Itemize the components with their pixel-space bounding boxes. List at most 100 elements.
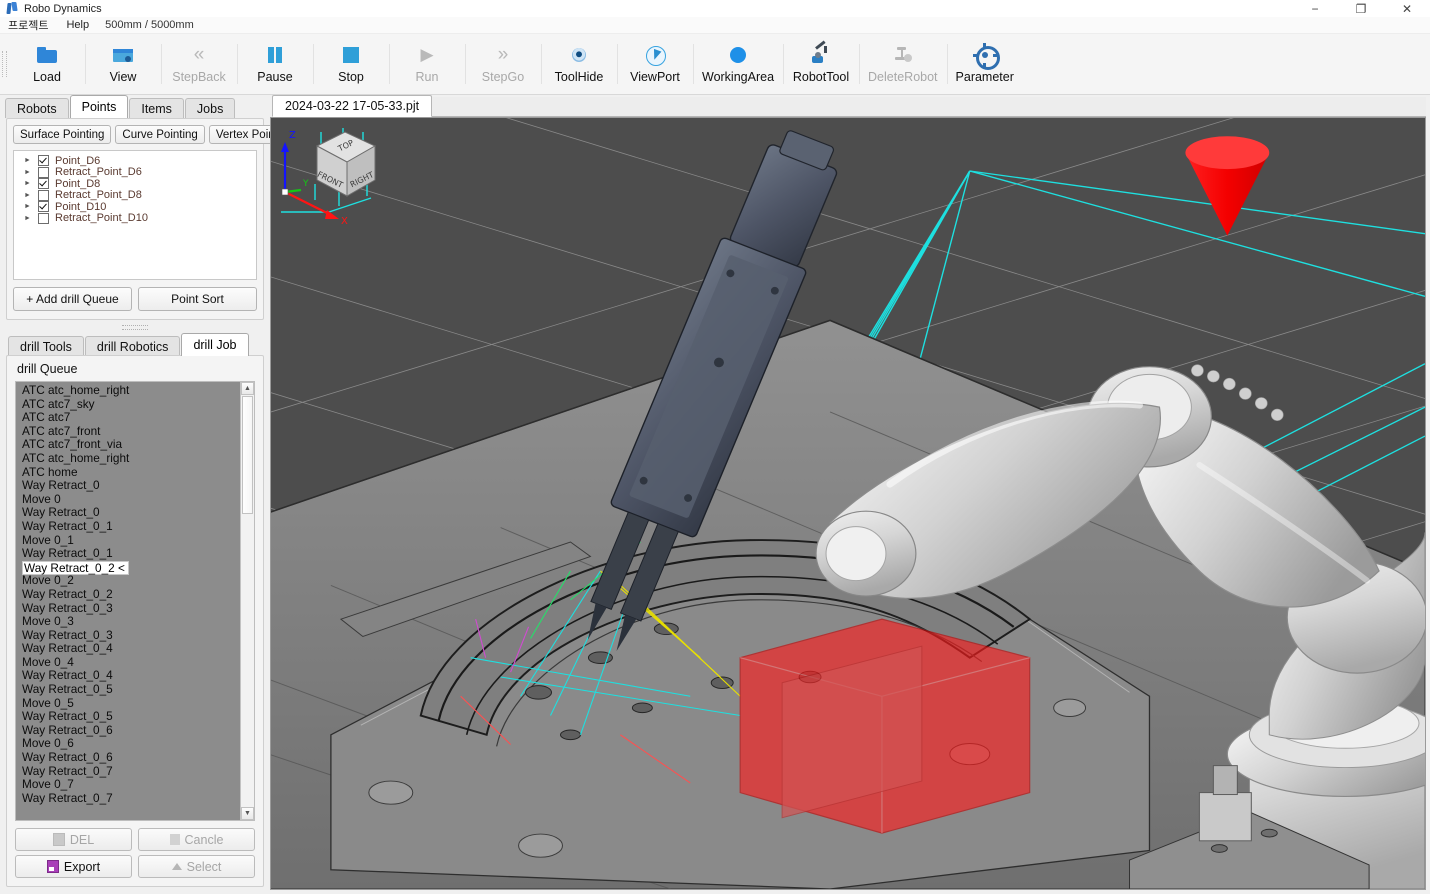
tree-item-checkbox[interactable] [38, 189, 49, 201]
curve-pointing-button[interactable]: Curve Pointing [115, 125, 205, 144]
tab-drill-job[interactable]: drill Job [181, 333, 249, 356]
drill-queue-item[interactable]: Way Retract_0 [16, 479, 240, 493]
point-tree[interactable]: ► Point_D6 ► Retract_Point_D6 ► Point_D8 [13, 150, 257, 280]
tab-jobs[interactable]: Jobs [184, 98, 236, 118]
toolbar-grip[interactable] [0, 34, 9, 94]
cancel-button[interactable]: Cancle [138, 828, 255, 851]
drill-queue-item[interactable]: Way Retract_0_4 [16, 669, 240, 683]
expand-arrow-icon[interactable]: ► [24, 157, 32, 164]
drill-queue-scrollbar[interactable]: ▲ ▼ [240, 382, 254, 820]
toolbar-button-robottool[interactable]: RobotTool [783, 34, 859, 94]
toolbar-button-workingarea[interactable]: WorkingArea [693, 34, 783, 94]
drill-queue-item[interactable]: ATC atc7_front [16, 424, 240, 439]
view-cube-gizmo[interactable]: TOP FRONT RIGHT Z X Y [271, 120, 391, 230]
tree-item[interactable]: ► Point_D10 [16, 201, 254, 213]
tree-item-checkbox[interactable] [38, 155, 49, 167]
menu-project[interactable]: 프로젝트 [6, 17, 50, 33]
drill-queue-row[interactable]: Way Retract_0_2 < [16, 560, 240, 576]
drill-queue-item[interactable]: Way Retract_0 [16, 506, 240, 520]
drill-queue-item[interactable]: Move 0_4 [16, 655, 240, 670]
drill-queue-item[interactable]: ATC atc7_front_via [16, 438, 240, 452]
select-button[interactable]: Select [138, 855, 255, 878]
toolbar-button-toolhide[interactable]: ToolHide [541, 34, 617, 94]
drill-queue-item[interactable]: Way Retract_0_5 [16, 682, 240, 697]
drill-queue-item[interactable]: Move 0_1 [16, 533, 240, 548]
tree-item[interactable]: ► Retract_Point_D6 [16, 166, 254, 178]
drill-queue-item[interactable]: Way Retract_0_1 [16, 547, 240, 561]
drill-queue-item[interactable]: Way Retract_0_7 [16, 764, 240, 779]
menu-status-text: 500mm / 5000mm [105, 19, 194, 31]
expand-arrow-icon[interactable]: ► [24, 169, 32, 176]
drill-queue-item[interactable]: Way Retract_0_4 [16, 642, 240, 656]
close-button[interactable]: ✕ [1384, 0, 1430, 17]
drill-queue-item[interactable]: Way Retract_0_3 [16, 601, 240, 616]
toolbar-button-deleterobot[interactable]: DeleteRobot [859, 34, 947, 94]
drill-queue-item[interactable]: Move 0_5 [16, 696, 240, 711]
drill-queue-item[interactable]: Way Retract_0_5 [16, 710, 240, 724]
tree-item[interactable]: ► Point_D6 [16, 155, 254, 167]
toolbar-button-stop[interactable]: Stop [313, 34, 389, 94]
drill-queue-item[interactable]: Way Retract_0_6 [16, 750, 240, 765]
panel-splitter[interactable] [0, 320, 270, 334]
point-action-row: + Add drill Queue Point Sort [13, 287, 257, 311]
document-tab[interactable]: 2024-03-22 17-05-33.pjt [272, 95, 433, 117]
point-sort-button[interactable]: Point Sort [138, 287, 257, 311]
menu-help[interactable]: Help [64, 19, 91, 31]
minimize-button[interactable]: − [1292, 0, 1338, 17]
tree-item-checkbox[interactable] [38, 201, 49, 213]
toolbar-button-viewport[interactable]: ViewPort [617, 34, 693, 94]
drill-queue-items[interactable]: ATC atc_home_right ATC atc7_sky ATC atc7 AT… [16, 382, 240, 820]
drill-queue-item[interactable]: Move 0_6 [16, 737, 240, 751]
expand-arrow-icon[interactable]: ► [24, 180, 32, 187]
expand-arrow-icon[interactable]: ► [24, 192, 32, 199]
toolbar-button-run[interactable]: ▶ Run [389, 34, 465, 94]
expand-arrow-icon[interactable]: ► [24, 215, 32, 222]
tree-item[interactable]: ► Retract_Point_D10 [16, 212, 254, 224]
3d-viewport[interactable]: TOP FRONT RIGHT Z X Y [270, 117, 1426, 890]
drill-queue-item[interactable]: Move 0_7 [16, 778, 240, 792]
drill-queue-item[interactable]: Move 0_2 [16, 574, 240, 588]
drill-queue-item[interactable]: Move 0 [16, 492, 240, 507]
export-button[interactable]: Export [15, 855, 132, 878]
toolbar-button-stepgo[interactable]: » StepGo [465, 34, 541, 94]
tree-item-checkbox[interactable] [38, 166, 49, 178]
tree-item-checkbox[interactable] [38, 178, 49, 190]
tab-robots[interactable]: Robots [5, 98, 69, 118]
maximize-button[interactable]: ❐ [1338, 0, 1384, 17]
drill-queue-item[interactable]: Way Retract_0_1 [16, 519, 240, 534]
scrollbar-thumb[interactable] [242, 396, 253, 514]
tree-item-checkbox[interactable] [38, 212, 49, 224]
del-button[interactable]: DEL [15, 828, 132, 851]
drill-queue-item[interactable]: ATC atc7 [16, 411, 240, 425]
tree-item[interactable]: ► Retract_Point_D8 [16, 189, 254, 201]
scroll-down-icon[interactable]: ▼ [241, 807, 254, 820]
drill-queue-item[interactable]: Move 0_3 [16, 614, 240, 629]
queue-action-buttons: DEL Cancle Export Select [15, 828, 255, 878]
rewind-icon: « [193, 44, 205, 65]
toolbar-button-view[interactable]: View [85, 34, 161, 94]
drill-queue-item[interactable]: Way Retract_0_6 [16, 723, 240, 738]
toolbar-button-load[interactable]: Load [9, 34, 85, 94]
drill-queue-list[interactable]: ATC atc_home_right ATC atc7_sky ATC atc7 AT… [15, 381, 255, 821]
expand-arrow-icon[interactable]: ► [24, 203, 32, 210]
toolbar-button-stepback[interactable]: « StepBack [161, 34, 237, 94]
drill-queue-item[interactable]: Way Retract_0_7 [16, 791, 240, 806]
drill-queue-item[interactable]: ATC atc7_sky [16, 397, 240, 412]
drill-queue-item[interactable]: Way Retract_0_3 [16, 628, 240, 643]
pause-icon [264, 44, 286, 66]
toolbar-button-parameter[interactable]: Parameter [946, 34, 1023, 94]
drill-queue-item[interactable]: ATC home [16, 465, 240, 480]
tab-drill-tools[interactable]: drill Tools [8, 336, 84, 356]
tab-items[interactable]: Items [129, 98, 184, 118]
add-drill-queue-button[interactable]: + Add drill Queue [13, 287, 132, 311]
tree-item[interactable]: ► Point_D8 [16, 178, 254, 190]
scroll-up-icon[interactable]: ▲ [241, 382, 254, 395]
toolbar-button-pause[interactable]: Pause [237, 34, 313, 94]
drill-queue-item[interactable]: ATC atc_home_right [16, 383, 240, 398]
drill-queue-item[interactable]: ATC atc_home_right [16, 451, 240, 466]
tab-drill-robotics[interactable]: drill Robotics [84, 336, 181, 356]
tab-points[interactable]: Points [69, 95, 129, 118]
cancel-button-label: Cancle [184, 832, 224, 847]
drill-queue-item[interactable]: Way Retract_0_2 [16, 587, 240, 602]
surface-pointing-button[interactable]: Surface Pointing [13, 125, 112, 144]
